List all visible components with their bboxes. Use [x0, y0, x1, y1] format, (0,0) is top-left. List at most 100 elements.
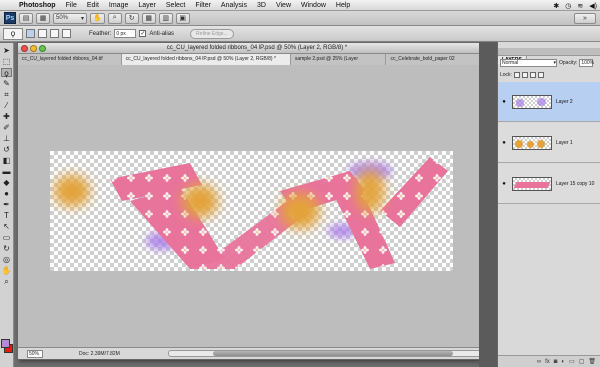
- hand-tool-button[interactable]: ✋: [90, 12, 105, 24]
- 3d-rotate-tool-icon[interactable]: ↻: [1, 244, 12, 253]
- screen-mode-icon: ▣: [179, 15, 187, 22]
- lock-all-icon[interactable]: [537, 71, 544, 78]
- healing-brush-tool-icon[interactable]: ✚: [1, 112, 12, 121]
- fx-icon[interactable]: fx: [545, 359, 550, 365]
- new-selection-mode[interactable]: [26, 29, 35, 38]
- zoom-tool-icon[interactable]: ⌕: [1, 277, 12, 286]
- subtract-selection-mode[interactable]: [50, 29, 59, 38]
- path-selection-tool-icon[interactable]: ↖: [1, 222, 12, 231]
- dodge-tool-icon[interactable]: ●: [1, 189, 12, 198]
- horizontal-scrollbar[interactable]: [168, 350, 488, 357]
- layer-name[interactable]: Layer 15 copy 10: [556, 181, 594, 187]
- menu-window[interactable]: Window: [296, 0, 331, 11]
- link-icon[interactable]: ∞: [537, 359, 541, 365]
- refine-edge-button[interactable]: Refine Edge...: [190, 28, 234, 39]
- foreground-color-swatch[interactable]: [1, 339, 10, 348]
- layer-name[interactable]: Layer 1: [556, 140, 573, 146]
- marquee-tool-icon[interactable]: ⬚: [1, 57, 12, 66]
- eye-icon[interactable]: ●: [498, 181, 510, 187]
- mini-bridge-button[interactable]: ▦: [36, 12, 50, 24]
- lock-pixels-icon[interactable]: [521, 71, 528, 78]
- history-brush-tool-icon[interactable]: ↺: [1, 145, 12, 154]
- menu-bar: Photoshop File Edit Image Layer Select F…: [0, 0, 600, 11]
- arrange-documents-button[interactable]: ▥: [158, 12, 173, 24]
- 3d-orbit-tool-icon[interactable]: ◎: [1, 255, 12, 264]
- add-selection-mode[interactable]: [38, 29, 47, 38]
- image-canvas[interactable]: [50, 151, 453, 271]
- menu-edit[interactable]: Edit: [82, 0, 104, 11]
- layer-row[interactable]: ● Layer 15 copy 10: [498, 164, 600, 204]
- zoom-level-select[interactable]: 50% ▾: [53, 12, 87, 24]
- mini-bridge-icon: ▦: [39, 15, 47, 22]
- layer-row[interactable]: ● Layer 2: [498, 82, 600, 122]
- type-tool-icon[interactable]: T: [1, 211, 12, 220]
- chevron-down-icon: ▾: [80, 15, 84, 22]
- lasso-icon: ϙ: [10, 29, 16, 38]
- brush-tool-icon[interactable]: ✐: [1, 123, 12, 132]
- gradient-tool-icon[interactable]: ▬: [1, 167, 12, 176]
- menu-view[interactable]: View: [271, 0, 296, 11]
- scrollbar-thumb[interactable]: [213, 351, 453, 356]
- layer-name[interactable]: Layer 2: [556, 99, 573, 105]
- menu-photoshop[interactable]: Photoshop: [14, 0, 61, 11]
- extras-button[interactable]: ▦: [141, 12, 156, 24]
- screen-mode-button[interactable]: ▣: [175, 12, 190, 24]
- minimize-window-button[interactable]: [30, 45, 37, 52]
- menu-filter[interactable]: Filter: [190, 0, 216, 11]
- canvas-area[interactable]: [18, 65, 496, 349]
- clone-stamp-tool-icon[interactable]: ⊥: [1, 134, 12, 143]
- anti-alias-checkbox[interactable]: ✓: [139, 30, 147, 37]
- pen-tool-icon[interactable]: ✒: [1, 200, 12, 209]
- lock-position-icon[interactable]: [529, 71, 536, 78]
- lasso-tool-icon[interactable]: ϙ: [1, 68, 12, 78]
- menu-file[interactable]: File: [61, 0, 82, 11]
- new-layer-icon[interactable]: ▢: [579, 358, 585, 365]
- volume-icon[interactable]: ◀): [589, 2, 597, 10]
- rotate-view-button[interactable]: ↻: [124, 12, 139, 24]
- menu-help[interactable]: Help: [331, 0, 355, 11]
- bridge-button[interactable]: ▤: [19, 12, 33, 24]
- crop-tool-icon[interactable]: ⌗: [1, 90, 12, 99]
- close-window-button[interactable]: [21, 45, 28, 52]
- trash-icon[interactable]: 🗑: [588, 358, 596, 365]
- document-tab[interactable]: sample 2.psd @ 25% (Layer: [290, 54, 387, 65]
- shape-tool-icon[interactable]: ▭: [1, 233, 12, 242]
- wifi-icon[interactable]: ≋: [577, 2, 583, 10]
- eyedropper-tool-icon[interactable]: ⁄: [1, 101, 12, 110]
- bluetooth-icon[interactable]: ✱: [553, 2, 559, 10]
- adjustment-icon[interactable]: ◐: [561, 359, 565, 365]
- intersect-selection-mode[interactable]: [62, 29, 71, 38]
- blend-mode-select[interactable]: Normal ▾: [500, 58, 557, 67]
- hand-tool-icon[interactable]: ✋: [1, 266, 12, 275]
- time-machine-icon[interactable]: ◷: [565, 2, 571, 10]
- opacity-field[interactable]: 100%: [579, 58, 594, 67]
- menu-analysis[interactable]: Analysis: [216, 0, 252, 11]
- mask-icon[interactable]: ◙: [554, 359, 558, 365]
- opacity-label: Opacity:: [559, 59, 578, 66]
- menu-image[interactable]: Image: [104, 0, 133, 11]
- zoom-tool-button[interactable]: ⌕: [107, 12, 122, 24]
- status-zoom-field[interactable]: 50%: [27, 349, 43, 358]
- document-size-info[interactable]: Doc: 2.39M/7.82M: [79, 351, 120, 357]
- tools-panel: ➤ ⬚ ϙ ✎ ⌗ ⁄ ✚ ✐ ⊥ ↺ ◧ ▬ ◆ ● ✒ T ↖ ▭ ↻ ◎ …: [0, 43, 14, 367]
- feather-input[interactable]: 0 px: [114, 29, 137, 38]
- tool-preset-picker[interactable]: ϙ: [3, 27, 23, 40]
- move-tool-icon[interactable]: ➤: [1, 46, 12, 55]
- eye-icon[interactable]: ●: [498, 99, 510, 105]
- menu-layer[interactable]: Layer: [133, 0, 161, 11]
- document-tab-active[interactable]: cc_CU_layered folded ribbons_04 lP.psd @…: [121, 54, 291, 65]
- chevron-down-icon: ▾: [553, 59, 556, 66]
- lock-transparency-icon[interactable]: [513, 71, 520, 78]
- quick-select-tool-icon[interactable]: ✎: [1, 79, 12, 88]
- blur-tool-icon[interactable]: ◆: [1, 178, 12, 187]
- layer-row[interactable]: ● Layer 1: [498, 123, 600, 163]
- zoom-window-button[interactable]: [39, 45, 46, 52]
- menu-3d[interactable]: 3D: [252, 0, 271, 11]
- document-tab[interactable]: cc_CU_layered folded ribbons_04.tif: [18, 54, 122, 65]
- eraser-tool-icon[interactable]: ◧: [1, 156, 12, 165]
- lock-label: Lock:: [500, 71, 512, 78]
- group-icon[interactable]: ▭: [569, 358, 575, 365]
- menu-select[interactable]: Select: [161, 0, 190, 11]
- workspace-button[interactable]: »: [574, 13, 596, 24]
- eye-icon[interactable]: ●: [498, 140, 510, 146]
